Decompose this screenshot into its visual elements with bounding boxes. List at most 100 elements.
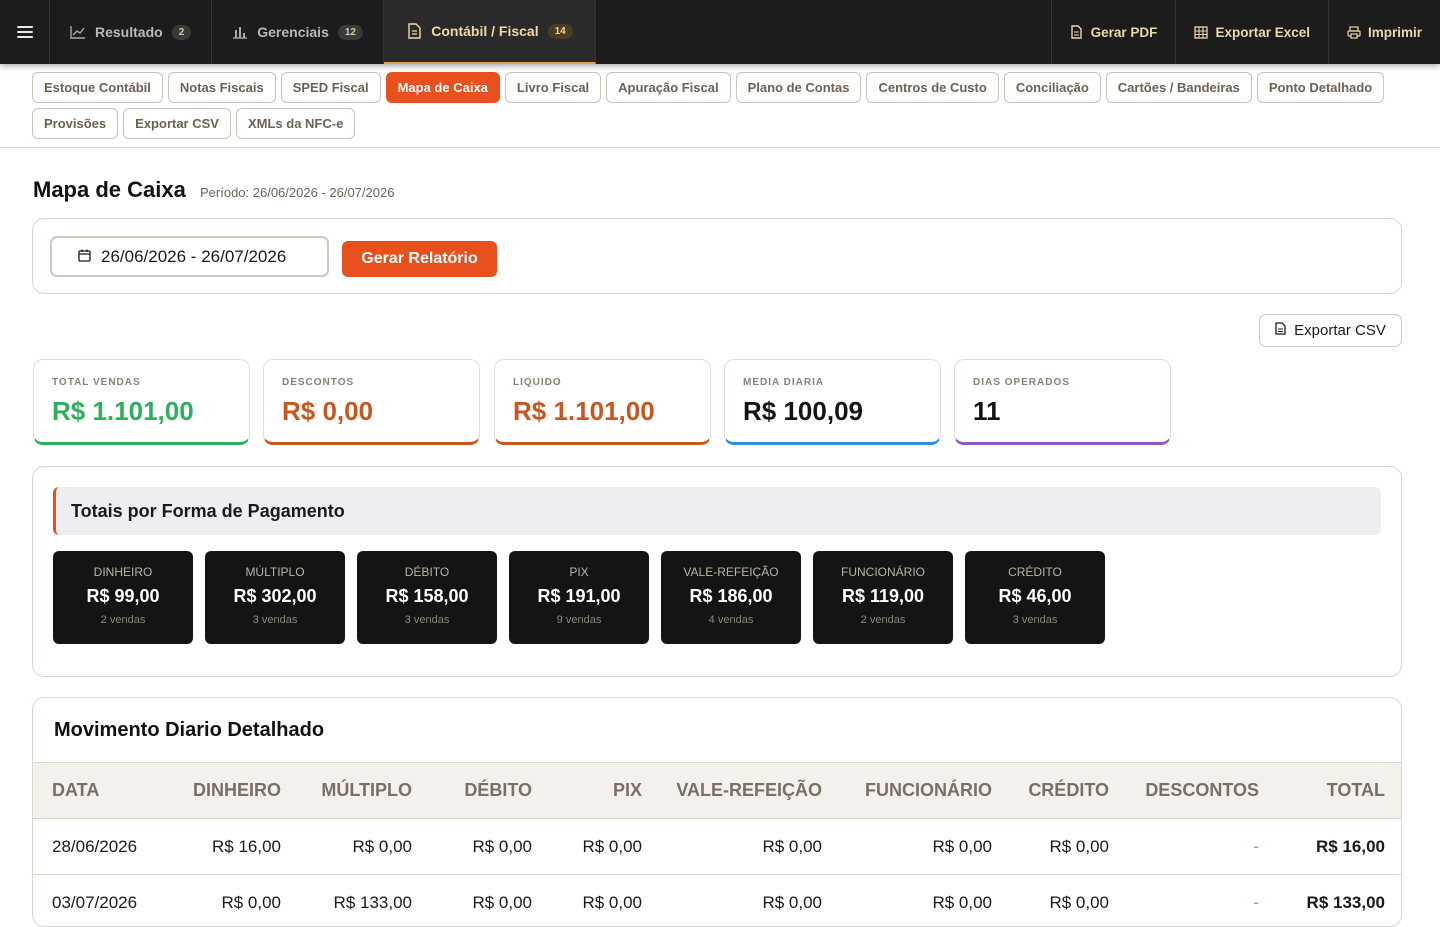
payment-value: R$ 158,00: [385, 586, 469, 606]
column-header: VALE-REFEIÇÃO: [676, 780, 822, 800]
kpi-label: LIQUIDO: [513, 377, 562, 388]
payment-count: 3 vendas: [1012, 614, 1058, 626]
count-badge: 2: [171, 24, 192, 40]
subtab-notas-fiscais[interactable]: Notas Fiscais: [167, 72, 276, 103]
payment-label: VALE-REFEIÇÃO: [683, 565, 779, 579]
pdf-file-icon: [1070, 25, 1084, 39]
payment-count: 3 vendas: [404, 614, 450, 626]
line-chart-icon: [70, 24, 86, 40]
action-label: Exportar Excel: [1215, 24, 1310, 40]
payment-label: DINHEIRO: [93, 565, 153, 579]
date-range-input[interactable]: 26/06/2026 - 26/07/2026: [50, 236, 329, 277]
payment-tile-credito: CRÉDITO R$ 46,00 3 vendas: [965, 551, 1105, 644]
page-title: Mapa de Caixa: [33, 177, 186, 202]
subtab-sped-fiscal[interactable]: SPED Fiscal: [280, 72, 381, 103]
tab-gerenciais[interactable]: Gerenciais 12: [212, 0, 384, 64]
subtab-exportar-csv[interactable]: Exportar CSV: [123, 108, 231, 139]
subtab-livro-fiscal[interactable]: Livro Fiscal: [504, 72, 602, 103]
column-header: TOTAL: [1326, 780, 1385, 800]
cell: R$ 0,00: [932, 892, 992, 912]
payment-count: 4 vendas: [708, 614, 754, 626]
payment-tile-multiplo: MÚLTIPLO R$ 302,00 3 vendas: [205, 551, 345, 644]
kpi-dias-operados: DIAS OPERADOS 11: [954, 359, 1171, 445]
kpi-value: R$ 0,00: [282, 396, 374, 426]
count-badge: 12: [337, 24, 363, 40]
cell: R$ 0,00: [472, 892, 532, 912]
exportar-csv-button[interactable]: Exportar CSV: [1259, 314, 1402, 347]
payment-value: R$ 46,00: [998, 586, 1072, 606]
column-header: PIX: [612, 780, 642, 800]
daily-movement-title: Movimento Diario Detalhado: [54, 719, 325, 741]
payment-value: R$ 186,00: [689, 586, 773, 606]
subtab-cartoes-bandeiras[interactable]: Cartões / Bandeiras: [1105, 72, 1252, 103]
payment-tile-dinheiro: DINHEIRO R$ 99,00 2 vendas: [53, 551, 193, 644]
column-header: MÚLTIPLO: [321, 780, 412, 800]
gerar-pdf-button[interactable]: Gerar PDF: [1050, 0, 1176, 64]
tab-label: Contábil / Fiscal: [431, 23, 539, 39]
cell: R$ 0,00: [582, 836, 642, 856]
tab-resultado[interactable]: Resultado 2: [50, 0, 213, 64]
column-header: DÉBITO: [464, 780, 532, 800]
payment-value: R$ 191,00: [537, 586, 621, 606]
subtab-conciliacao[interactable]: Conciliação: [1003, 72, 1101, 103]
cell: R$ 0,00: [1049, 836, 1109, 856]
cell-total: R$ 133,00: [1306, 892, 1385, 912]
kpi-media-diaria: MEDIA DIARIA R$ 100,09: [724, 359, 941, 445]
cell: R$ 16,00: [212, 836, 281, 856]
kpi-value: R$ 1.101,00: [513, 396, 655, 426]
column-header: DATA: [52, 780, 100, 800]
cell: R$ 0,00: [762, 836, 822, 856]
subtab-ponto-detalhado[interactable]: Ponto Detalhado: [1256, 72, 1385, 103]
hamburger-menu-button[interactable]: [0, 0, 50, 64]
kpi-value: R$ 100,09: [743, 396, 863, 426]
kpi-label: TOTAL VENDAS: [52, 377, 141, 388]
subtab-estoque-contabil[interactable]: Estoque Contábil: [32, 72, 163, 103]
hamburger-icon: [16, 26, 33, 38]
count-badge: 14: [547, 23, 573, 39]
kpi-value: 11: [973, 396, 1001, 426]
action-label: Gerar PDF: [1090, 24, 1158, 40]
subtab-provisoes[interactable]: Provisões: [32, 108, 119, 139]
cell: R$ 0,00: [472, 836, 532, 856]
cell-date: 28/06/2026: [52, 836, 138, 856]
subtab-xmls-nfce[interactable]: XMLs da NFC-e: [235, 108, 356, 139]
payment-label: DÉBITO: [404, 565, 450, 579]
filter-card: 26/06/2026 - 26/07/2026 Gerar Relatório: [32, 218, 1402, 294]
table-row: 03/07/2026 R$ 0,00 R$ 133,00 R$ 0,00 R$ …: [33, 875, 1401, 926]
kpi-label: DIAS OPERADOS: [973, 377, 1070, 388]
imprimir-button[interactable]: Imprimir: [1327, 0, 1440, 64]
cell: R$ 0,00: [352, 836, 412, 856]
column-header: DESCONTOS: [1145, 780, 1259, 800]
payment-count: 9 vendas: [556, 614, 602, 626]
document-icon: [406, 23, 422, 39]
payment-value: R$ 99,00: [86, 586, 160, 606]
payment-value: R$ 302,00: [233, 586, 317, 606]
kpi-label: MEDIA DIARIA: [743, 377, 825, 388]
tab-contabil-fiscal[interactable]: Contábil / Fiscal 14: [383, 0, 596, 64]
sub-tabs: Estoque Contábil Notas Fiscais SPED Fisc…: [32, 72, 1412, 139]
printer-icon: [1347, 25, 1361, 39]
payment-label: PIX: [569, 565, 589, 579]
table-grid-icon: [1194, 25, 1209, 39]
payment-label: MÚLTIPLO: [245, 565, 305, 579]
subtab-plano-de-contas[interactable]: Plano de Contas: [735, 72, 862, 103]
kpi-total-vendas: TOTAL VENDAS R$ 1.101,00: [33, 359, 250, 445]
top-navbar: Resultado 2 Gerenciais 12 Contábil / Fis…: [0, 0, 1440, 64]
payment-tile-pix: PIX R$ 191,00 9 vendas: [509, 551, 649, 644]
calendar-icon: [78, 247, 91, 267]
subtab-mapa-de-caixa[interactable]: Mapa de Caixa: [385, 72, 500, 103]
column-header: FUNCIONÁRIO: [865, 780, 992, 800]
payment-count: 3 vendas: [252, 614, 298, 626]
divider: [0, 147, 1440, 148]
subtab-centros-de-custo[interactable]: Centros de Custo: [866, 72, 999, 103]
cell-discount: -: [1253, 836, 1259, 856]
cell: R$ 0,00: [762, 892, 822, 912]
subtab-apuracao-fiscal[interactable]: Apuração Fiscal: [606, 72, 731, 103]
action-label: Imprimir: [1367, 24, 1422, 40]
payment-label: CRÉDITO: [1008, 565, 1062, 579]
exportar-excel-button[interactable]: Exportar Excel: [1175, 0, 1328, 64]
kpi-descontos: DESCONTOS R$ 0,00: [263, 359, 480, 445]
gerar-relatorio-button[interactable]: Gerar Relatório: [342, 241, 497, 277]
file-icon: [1275, 322, 1286, 339]
cell: R$ 0,00: [1049, 892, 1109, 912]
